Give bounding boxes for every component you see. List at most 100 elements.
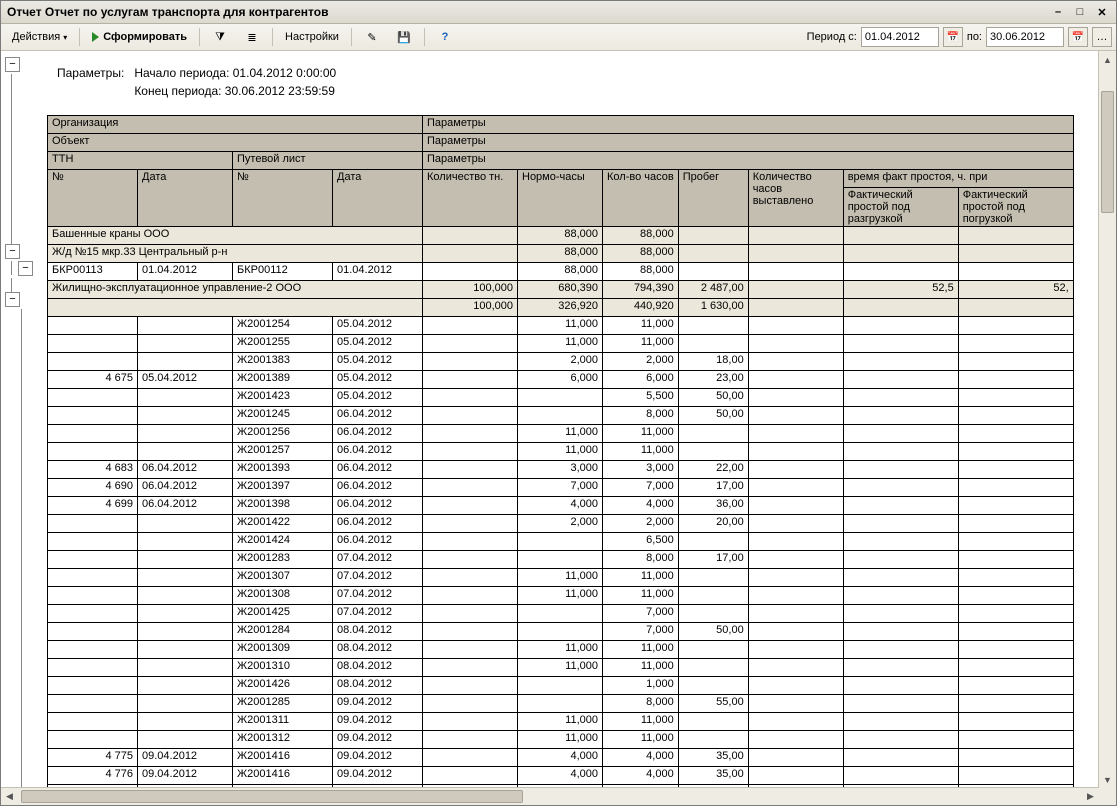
table-row[interactable]: 4 68306.04.2012Ж200139306.04.20123,0003,… [48, 461, 1074, 479]
cell: 2,000 [603, 353, 679, 371]
cell [48, 335, 138, 353]
table-row[interactable]: Ж200125405.04.201211,00011,000 [48, 317, 1074, 335]
table-row[interactable]: Ж200131209.04.201211,00011,000 [48, 731, 1074, 749]
minimize-button[interactable]: – [1050, 5, 1066, 19]
cell [958, 353, 1073, 371]
table-row[interactable]: Ж200128408.04.20127,00050,00 [48, 623, 1074, 641]
table-row[interactable]: Ж200142608.04.20121,000 [48, 677, 1074, 695]
scroll-thumb[interactable] [1101, 91, 1114, 213]
cell: Ж2001425 [233, 605, 333, 623]
tree-toggle[interactable]: − [5, 57, 20, 72]
scroll-right-arrow[interactable]: ▶ [1082, 788, 1099, 805]
scroll-left-arrow[interactable]: ◀ [1, 788, 18, 805]
cell [958, 335, 1073, 353]
cell [748, 677, 843, 695]
cell [48, 317, 138, 335]
cell [748, 515, 843, 533]
hdr-ttn: ТТН [48, 152, 233, 170]
settings-button[interactable]: Настройки [278, 26, 346, 48]
group-row[interactable]: Жилищно-эксплуатационное управление-2 ОО… [48, 281, 1074, 299]
cell [958, 605, 1073, 623]
table-row[interactable]: 4 77509.04.2012Ж200141609.04.20124,0004,… [48, 749, 1074, 767]
hdr-date: Дата [333, 170, 423, 227]
close-button[interactable]: ✕ [1094, 5, 1110, 19]
actions-menu[interactable]: Действия▾ [5, 26, 74, 48]
table-row[interactable]: 4 69006.04.2012Ж200139706.04.20127,0007,… [48, 479, 1074, 497]
cell [423, 497, 518, 515]
cell: 06.04.2012 [333, 461, 423, 479]
period-more-button[interactable]: … [1092, 27, 1112, 47]
tree-toggle[interactable]: − [5, 244, 20, 259]
table-row[interactable]: Ж200131008.04.201211,00011,000 [48, 659, 1074, 677]
period-to-label: по: [967, 31, 982, 43]
tool-button-2[interactable]: 💾 [389, 26, 419, 48]
hdr-norm: Нормо-часы [518, 170, 603, 227]
filter-button[interactable]: ⧩ [205, 26, 235, 48]
group-row[interactable]: Ж/д №15 мкр.33 Центральный р-н88,00088,0… [48, 245, 1074, 263]
cell: 4,000 [518, 767, 603, 785]
table-row[interactable]: Ж200125505.04.201211,00011,000 [48, 335, 1074, 353]
help-button[interactable]: ? [430, 26, 460, 48]
group-row[interactable]: БКР0011301.04.2012БКР0011201.04.201288,0… [48, 263, 1074, 281]
cell: 11,000 [603, 443, 679, 461]
cell [678, 569, 748, 587]
cell [423, 245, 518, 263]
table-row[interactable]: Ж200125706.04.201211,00011,000 [48, 443, 1074, 461]
cell: 09.04.2012 [333, 767, 423, 785]
scroll-up-arrow[interactable]: ▲ [1099, 51, 1116, 68]
cell: 11,000 [603, 569, 679, 587]
table-row[interactable]: Ж200142206.04.20122,0002,00020,00 [48, 515, 1074, 533]
tool-button-1[interactable]: ✎ [357, 26, 387, 48]
cell [958, 587, 1073, 605]
table-row[interactable]: Ж200124506.04.20128,00050,00 [48, 407, 1074, 425]
table-row[interactable]: 4 67505.04.2012Ж200138905.04.20126,0006,… [48, 371, 1074, 389]
table-row[interactable]: Ж200142507.04.20127,000 [48, 605, 1074, 623]
table-row[interactable]: Ж200138305.04.20122,0002,00018,00 [48, 353, 1074, 371]
cell [423, 479, 518, 497]
period-to-input[interactable] [986, 27, 1064, 47]
period-from-input[interactable] [861, 27, 939, 47]
table-row[interactable]: Ж200130707.04.201211,00011,000 [48, 569, 1074, 587]
cell [48, 353, 138, 371]
cell [748, 623, 843, 641]
table-row[interactable]: Ж200142305.04.20125,50050,00 [48, 389, 1074, 407]
cell [138, 443, 233, 461]
table-row[interactable]: 4 69906.04.2012Ж200139806.04.20124,0004,… [48, 497, 1074, 515]
table-row[interactable]: Ж200125606.04.201211,00011,000 [48, 425, 1074, 443]
tree-toggle[interactable]: − [18, 261, 33, 276]
group-row[interactable]: 100,000326,920440,9201 630,00 [48, 299, 1074, 317]
table-row[interactable]: Ж200128307.04.20128,00017,00 [48, 551, 1074, 569]
table-row[interactable]: Ж200142406.04.20126,500 [48, 533, 1074, 551]
scroll-thumb[interactable] [21, 790, 523, 803]
cell [958, 677, 1073, 695]
cell: 01.04.2012 [333, 263, 423, 281]
period-to-calendar[interactable]: 📅 [1068, 27, 1088, 47]
report-window: Отчет Отчет по услугам транспорта для ко… [0, 0, 1117, 806]
cell [843, 605, 958, 623]
table-row[interactable]: 4 77609.04.2012Ж200141609.04.20124,0004,… [48, 767, 1074, 785]
params-block: Параметры:Начало периода: 01.04.2012 0:0… [55, 63, 346, 101]
vertical-scrollbar[interactable]: ▲ ▼ [1098, 51, 1116, 788]
cell [748, 407, 843, 425]
scroll-down-arrow[interactable]: ▼ [1099, 771, 1116, 788]
period-from-calendar[interactable]: 📅 [943, 27, 963, 47]
cell [748, 731, 843, 749]
table-row[interactable]: Ж200130807.04.201211,00011,000 [48, 587, 1074, 605]
cell [48, 623, 138, 641]
cell [958, 443, 1073, 461]
table-row[interactable]: Ж200128509.04.20128,00055,00 [48, 695, 1074, 713]
sort-button[interactable]: ≣ [237, 26, 267, 48]
report-content[interactable]: Параметры:Начало периода: 01.04.2012 0:0… [41, 51, 1116, 805]
cell: 8,000 [603, 551, 679, 569]
run-report-button[interactable]: Сформировать [85, 26, 194, 48]
cell: 11,000 [603, 731, 679, 749]
tree-toggle[interactable]: − [5, 292, 20, 307]
group-row[interactable]: Башенные краны ООО88,00088,000 [48, 227, 1074, 245]
cell: 11,000 [603, 713, 679, 731]
table-row[interactable]: Ж200131109.04.201211,00011,000 [48, 713, 1074, 731]
cell: 8,000 [603, 695, 679, 713]
maximize-button[interactable]: □ [1072, 5, 1088, 19]
hdr-hours: Кол-во часов [603, 170, 679, 227]
horizontal-scrollbar[interactable]: ◀ ▶ [1, 787, 1099, 805]
table-row[interactable]: Ж200130908.04.201211,00011,000 [48, 641, 1074, 659]
